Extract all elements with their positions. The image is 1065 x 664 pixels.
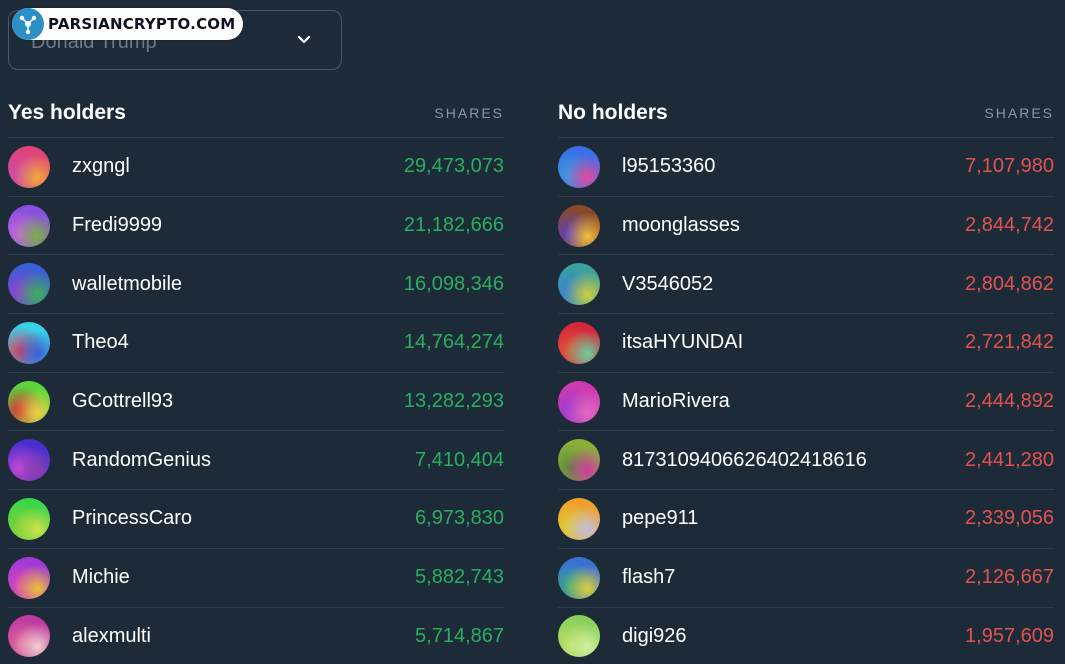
- avatar[interactable]: [8, 145, 50, 188]
- holder-shares: 2,444,892: [965, 390, 1054, 413]
- holder-shares: 2,126,667: [965, 566, 1054, 589]
- avatar[interactable]: [558, 321, 600, 364]
- holder-username[interactable]: V3546052: [622, 273, 965, 296]
- holder-shares: 13,282,293: [403, 390, 504, 413]
- avatar[interactable]: [8, 321, 50, 364]
- holder-shares: 29,473,073: [403, 155, 504, 178]
- holder-row[interactable]: V3546052 2,804,862: [558, 255, 1054, 315]
- avatar[interactable]: [8, 263, 50, 306]
- holder-row[interactable]: PrincessCaro 6,973,830: [8, 490, 504, 549]
- no-holders-title: No holders: [558, 100, 668, 124]
- avatar[interactable]: [8, 556, 50, 599]
- holder-shares: 1,957,609: [965, 624, 1054, 647]
- holder-username[interactable]: walletmobile: [72, 273, 404, 296]
- no-holders-header: No holders SHARES: [558, 88, 1054, 138]
- holder-row[interactable]: walletmobile 16,098,346: [8, 255, 504, 315]
- holder-shares: 5,714,867: [415, 624, 504, 647]
- avatar[interactable]: [8, 439, 50, 482]
- yes-holders-title: Yes holders: [8, 100, 126, 124]
- holder-row[interactable]: MarioRivera 2,444,892: [558, 373, 1054, 432]
- avatar[interactable]: [558, 556, 600, 599]
- avatar[interactable]: [8, 497, 50, 540]
- holder-row[interactable]: RandomGenius 7,410,404: [8, 431, 504, 491]
- yes-holders-header: Yes holders SHARES: [8, 88, 504, 138]
- holder-row[interactable]: l95153360 7,107,980: [558, 138, 1054, 197]
- holder-username[interactable]: pepe911: [622, 507, 965, 530]
- watermark-text: PARSIANCRYPTO.COM: [48, 15, 236, 33]
- holder-shares: 21,182,666: [403, 214, 504, 237]
- holder-username[interactable]: l95153360: [622, 155, 965, 178]
- holder-shares: 2,721,842: [965, 331, 1054, 354]
- holder-shares: 2,844,742: [965, 214, 1054, 237]
- holder-username[interactable]: 81731094066264024186​16: [622, 449, 965, 472]
- holder-username[interactable]: MarioRivera: [622, 390, 965, 413]
- holder-username[interactable]: Theo4: [72, 331, 404, 354]
- watermark: PARSIANCRYPTO.COM: [12, 8, 244, 40]
- holder-username[interactable]: RandomGenius: [72, 449, 415, 472]
- avatar[interactable]: [8, 380, 50, 423]
- holder-row[interactable]: pepe911 2,339,056: [558, 490, 1054, 549]
- holder-shares: 14,764,274: [403, 331, 504, 354]
- chevron-down-icon: [297, 35, 311, 44]
- avatar[interactable]: [558, 615, 600, 658]
- holder-row[interactable]: GCottrell93 13,282,293: [8, 373, 504, 432]
- holder-username[interactable]: alexmulti: [72, 625, 415, 648]
- holder-shares: 6,973,830: [415, 507, 504, 530]
- no-holders-column: No holders SHARES l95153360 7,107,980 moon…: [558, 88, 1054, 664]
- holder-row[interactable]: alexmulti 5,714,867: [8, 608, 504, 664]
- no-holders-list: l95153360 7,107,980 moonglasses 2,844,742 V3…: [558, 138, 1054, 664]
- holder-row[interactable]: Theo4 14,764,274: [8, 314, 504, 373]
- yes-holders-list: zxgngl 29,473,073 Fredi9999 21,182,666 walle…: [8, 138, 504, 664]
- holder-username[interactable]: Michie: [72, 566, 415, 589]
- holder-shares: 2,339,056: [965, 507, 1054, 530]
- yes-shares-label: SHARES: [434, 104, 504, 121]
- holder-row[interactable]: digi926 1,957,609: [558, 608, 1054, 664]
- holder-row[interactable]: Fredi9999 21,182,666: [8, 197, 504, 256]
- holder-username[interactable]: zxgngl: [72, 155, 404, 178]
- avatar[interactable]: [558, 380, 600, 423]
- avatar[interactable]: [8, 204, 50, 247]
- avatar[interactable]: [558, 263, 600, 306]
- holder-shares: 16,098,346: [403, 272, 504, 295]
- holder-shares: 2,441,280: [965, 448, 1054, 471]
- no-shares-label: SHARES: [984, 104, 1054, 121]
- holder-row[interactable]: itsaHYUNDAI 2,721,842: [558, 314, 1054, 373]
- avatar[interactable]: [558, 204, 600, 247]
- holder-row[interactable]: 81731094066264024186​16 2,441,280: [558, 431, 1054, 491]
- watermark-logo-icon: [12, 8, 44, 40]
- holder-shares: 7,107,980: [965, 155, 1054, 178]
- holder-row[interactable]: Michie 5,882,743: [8, 549, 504, 608]
- avatar[interactable]: [558, 145, 600, 188]
- avatar[interactable]: [8, 615, 50, 658]
- holder-username[interactable]: digi926: [622, 625, 965, 648]
- holder-shares: 2,804,862: [965, 272, 1054, 295]
- holder-username[interactable]: itsaHYUNDAI: [622, 331, 965, 354]
- holder-row[interactable]: moonglasses 2,844,742: [558, 197, 1054, 256]
- holder-username[interactable]: flash7: [622, 566, 965, 589]
- holder-shares: 7,410,404: [415, 448, 504, 471]
- holder-username[interactable]: moonglasses: [622, 214, 965, 237]
- avatar[interactable]: [558, 497, 600, 540]
- holder-row[interactable]: flash7 2,126,667: [558, 549, 1054, 608]
- yes-holders-column: Yes holders SHARES zxgngl 29,473,073 Fredi…: [8, 88, 504, 664]
- holder-row[interactable]: zxgngl 29,473,073: [8, 138, 504, 197]
- holders-page: Donald Trump PARSIANCRYPTO.COM Yes holde…: [0, 0, 1065, 664]
- holder-username[interactable]: GCottrell93: [72, 390, 404, 413]
- avatar[interactable]: [558, 439, 600, 482]
- holder-shares: 5,882,743: [415, 566, 504, 589]
- holder-username[interactable]: PrincessCaro: [72, 507, 415, 530]
- holder-username[interactable]: Fredi9999: [72, 214, 404, 237]
